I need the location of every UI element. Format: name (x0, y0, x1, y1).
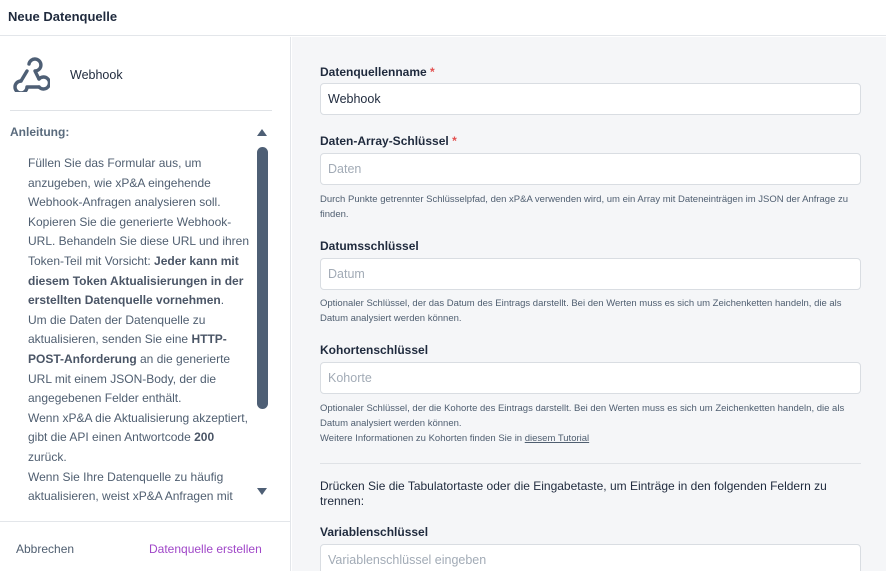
scroll-down-arrow[interactable] (257, 488, 267, 495)
datasource-name-label: Datenquellenname * (320, 65, 435, 79)
cohort-key-help: Optionaler Schlüssel, der die Kohorte de… (320, 401, 865, 446)
guide-run: zurück. (28, 449, 67, 464)
scrollbar-thumb[interactable] (257, 147, 268, 409)
guide-paragraph: Füllen Sie das Formular aus, um anzugebe… (28, 154, 253, 311)
variable-key-label: Variablenschlüssel (320, 525, 429, 539)
variable-key-input[interactable] (320, 544, 861, 571)
webhook-icon (12, 56, 52, 95)
cohort-key-input[interactable] (320, 362, 861, 394)
dialog-footer: Abbrechen Datenquelle erstellen (0, 521, 291, 571)
sidebar: Webhook Anleitung: Füllen Sie das Formul… (0, 37, 291, 571)
source-header: Webhook (10, 37, 272, 111)
dialog-title: Neue Datenquelle (8, 9, 118, 24)
guide-run: Füllen Sie das Formular aus, um anzugebe… (28, 156, 250, 268)
tutorial-link[interactable]: diesem Tutorial (525, 433, 589, 444)
datasource-name-input[interactable] (320, 83, 861, 115)
guide-paragraph: Um die Daten der Datenquelle zu aktualis… (28, 311, 253, 409)
cancel-button[interactable]: Abbrechen (16, 542, 74, 556)
date-key-input[interactable] (320, 258, 861, 290)
guide-paragraph: Wenn xP&A die Aktualisierung akzeptiert,… (28, 409, 253, 468)
tab-hint-text: Drücken Sie die Tabulatortaste oder die … (320, 479, 827, 508)
form-panel: Datenquellenname * Daten-Array-Schlüssel… (292, 37, 886, 571)
dialog-header: Neue Datenquelle (0, 0, 886, 36)
date-key-label: Datumsschlüssel (320, 239, 419, 253)
cohort-key-label: Kohortenschlüssel (320, 343, 429, 357)
guide-text: Füllen Sie das Formular aus, um anzugebe… (28, 154, 253, 504)
guide-run: Wenn xP&A die Aktualisierung akzeptiert,… (28, 410, 248, 445)
required-marker: * (430, 65, 435, 79)
source-name: Webhook (70, 68, 123, 82)
guide-paragraph: Wenn Sie Ihre Datenquelle zu häufig aktu… (28, 468, 253, 505)
guide-run: . (220, 293, 225, 308)
scroll-up-arrow[interactable] (257, 129, 267, 136)
data-array-key-input[interactable] (320, 153, 861, 185)
guide-run: Um die Daten der Datenquelle zu aktualis… (28, 312, 206, 347)
guide-emphasis: 200 (194, 430, 215, 445)
guide-run: Wenn Sie Ihre Datenquelle zu häufig aktu… (28, 469, 233, 504)
required-marker: * (452, 134, 457, 148)
date-key-help: Optionaler Schlüssel, der das Datum des … (320, 298, 842, 324)
data-array-key-label: Daten-Array-Schlüssel * (320, 134, 457, 148)
guide-label: Anleitung: (10, 125, 70, 139)
cohort-key-help-tutorial: Weitere Informationen zu Kohorten finden… (320, 433, 590, 444)
create-datasource-button[interactable]: Datenquelle erstellen (149, 542, 262, 556)
data-array-key-help: Durch Punkte getrennter Schlüsselpfad, d… (320, 194, 849, 220)
divider (320, 463, 861, 464)
